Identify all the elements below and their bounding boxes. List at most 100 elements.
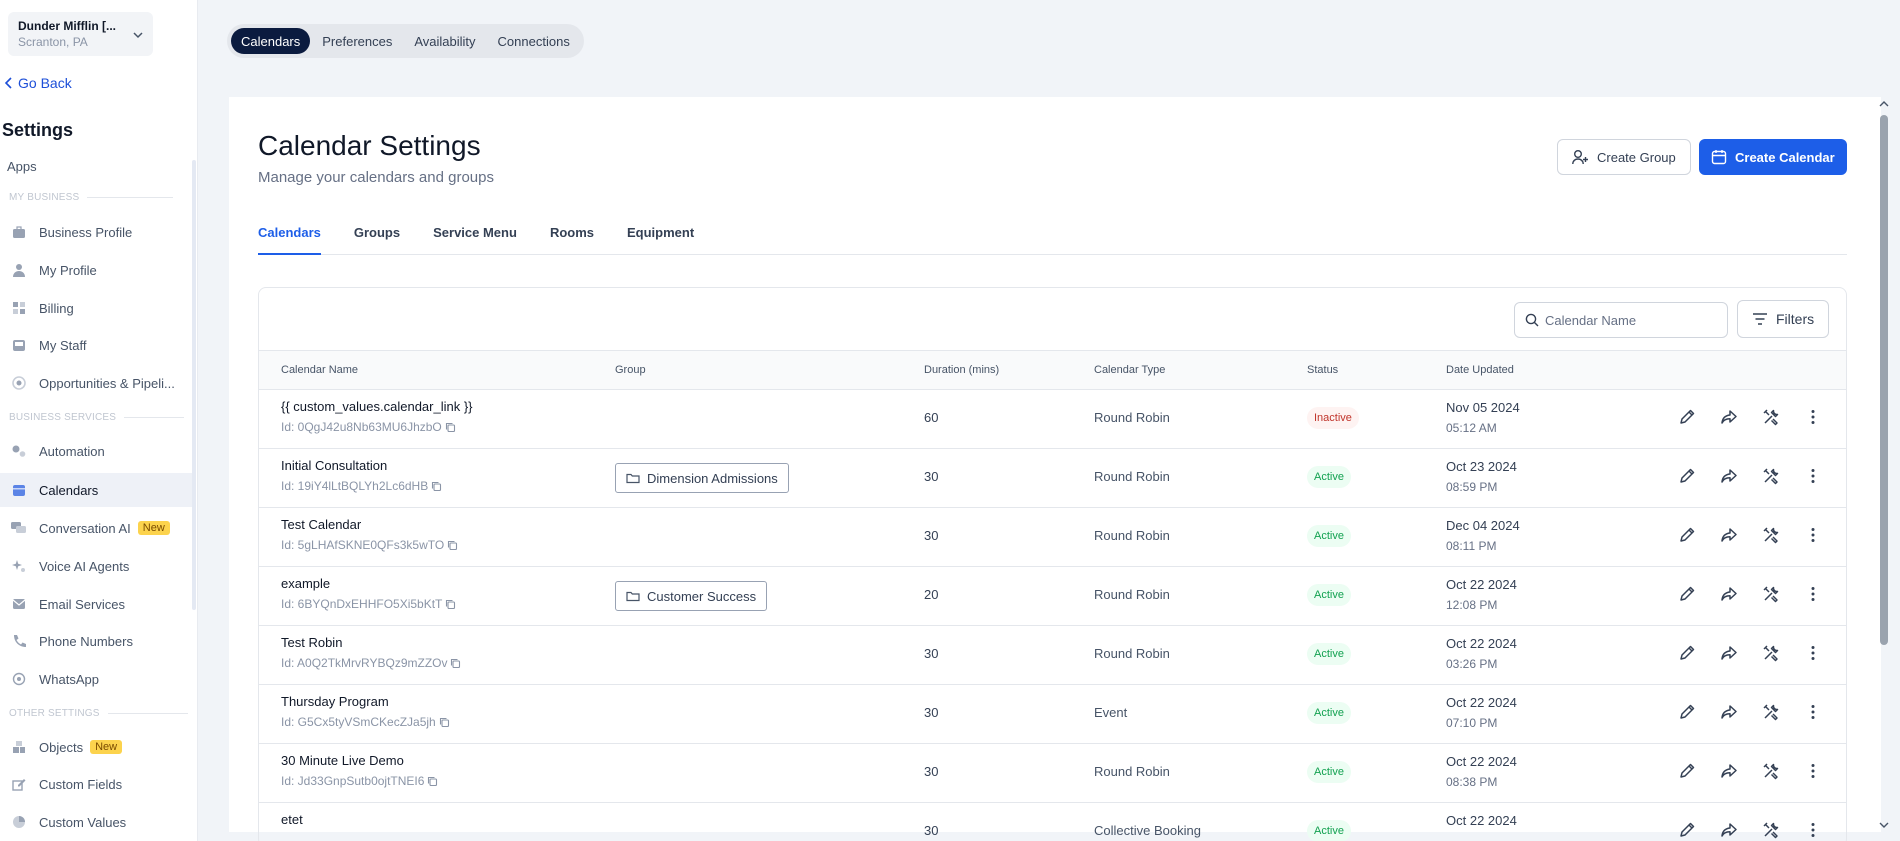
filters-button[interactable]: Filters [1737,300,1830,338]
page-scrollbar[interactable] [1877,97,1891,832]
create-group-button[interactable]: Create Group [1557,139,1691,175]
apps-link[interactable]: Apps [7,159,37,174]
sidebar-item-my-staff[interactable]: My Staff [0,328,192,362]
copy-icon[interactable] [447,540,458,551]
share-icon[interactable] [1719,407,1739,427]
more-vertical-icon[interactable] [1803,702,1823,722]
row-actions [1677,584,1823,604]
table-row[interactable]: Thursday Program Id: G5Cx5tyVSmCKecZJa5jh… [259,685,1846,744]
share-icon[interactable] [1719,584,1739,604]
tools-icon[interactable] [1761,525,1781,545]
more-vertical-icon[interactable] [1803,761,1823,781]
copy-icon[interactable] [431,481,442,492]
calendar-name[interactable]: 30 Minute Live Demo [281,753,404,768]
sidebar-item-conversation-ai[interactable]: Conversation AI New [0,511,192,545]
tab-calendars[interactable]: Calendars [231,28,311,54]
edit-icon[interactable] [1677,525,1697,545]
sidebar-item-opportunities[interactable]: Opportunities & Pipeli... [0,366,192,400]
group-chip[interactable]: Dimension Admissions [615,463,789,493]
scroll-down-icon [1879,822,1889,828]
more-vertical-icon[interactable] [1803,584,1823,604]
more-vertical-icon[interactable] [1803,820,1823,840]
edit-icon[interactable] [1677,407,1697,427]
calendar-name[interactable]: Test Calendar [281,517,361,532]
table-row[interactable]: {{ custom_values.calendar_link }} Id: 0Qg… [259,390,1846,449]
copy-icon[interactable] [427,776,438,787]
scrollbar-thumb[interactable] [1880,115,1888,645]
share-icon[interactable] [1719,702,1739,722]
sidebar-item-custom-fields[interactable]: Custom Fields [0,767,192,801]
group-chip[interactable]: Customer Success [615,581,768,611]
edit-icon[interactable] [1677,820,1697,840]
tools-icon[interactable] [1761,584,1781,604]
copy-icon[interactable] [439,717,450,728]
sidebar-item-my-profile[interactable]: My Profile [0,253,192,287]
sidebar-item-phone-numbers[interactable]: Phone Numbers [0,624,192,658]
sidebar-item-custom-values[interactable]: Custom Values [0,805,192,839]
tools-icon[interactable] [1761,820,1781,840]
tools-icon[interactable] [1761,407,1781,427]
subtab-groups[interactable]: Groups [354,225,400,255]
tools-icon[interactable] [1761,702,1781,722]
edit-icon[interactable] [1677,702,1697,722]
table-row[interactable]: etet 30 Collective Booking Active Oct 22 202… [259,803,1846,841]
share-icon[interactable] [1719,525,1739,545]
sidebar-item-email-services[interactable]: Email Services [0,587,192,621]
more-vertical-icon[interactable] [1803,525,1823,545]
sidebar-item-objects[interactable]: Objects New [0,730,192,764]
subtab-equipment[interactable]: Equipment [627,225,694,255]
sidebar-item-whatsapp[interactable]: WhatsApp [0,662,192,696]
edit-icon[interactable] [1677,761,1697,781]
copy-icon[interactable] [450,658,461,669]
sidebar-item-voice-ai-agents[interactable]: Voice AI Agents [0,549,192,583]
tools-icon[interactable] [1761,643,1781,663]
table-row[interactable]: example Id: 6BYQnDxEHHFO5Xi5bKtT Customer … [259,567,1846,626]
sidebar-item-business-profile[interactable]: Business Profile [0,215,192,249]
subtab-rooms[interactable]: Rooms [550,225,594,255]
sidebar-item-automation[interactable]: Automation [0,434,192,468]
sidebar-scrollbar[interactable] [192,160,196,610]
table-row[interactable]: Test Calendar Id: 5gLHAfSKNE0QFs3k5wTO 30 R… [259,508,1846,567]
tab-preferences[interactable]: Preferences [312,28,402,54]
subtab-service-menu[interactable]: Service Menu [433,225,517,255]
col-duration: Duration (mins) [924,364,1000,376]
calendar-name[interactable]: Thursday Program [281,694,389,709]
group-name: Customer Success [647,588,757,604]
table-row[interactable]: Initial Consultation Id: 19iY4lLtBQLYh2Lc… [259,449,1846,508]
search-input[interactable] [1545,312,1715,328]
calendar-name[interactable]: etet [281,812,303,827]
share-icon[interactable] [1719,643,1739,663]
tab-connections[interactable]: Connections [488,28,580,54]
create-calendar-button[interactable]: Create Calendar [1699,139,1847,175]
tools-icon[interactable] [1761,466,1781,486]
calendar-name[interactable]: example [281,576,330,591]
sidebar-item-billing[interactable]: Billing [0,291,192,325]
tools-icon[interactable] [1761,761,1781,781]
more-vertical-icon[interactable] [1803,466,1823,486]
copy-icon[interactable] [445,422,456,433]
calendar-type: Round Robin [1094,528,1170,543]
copy-icon[interactable] [445,599,456,610]
location-switcher[interactable]: Dunder Mifflin [... Scranton, PA [8,12,153,56]
subtab-calendars[interactable]: Calendars [258,225,321,255]
calendar-id: Id: 19iY4lLtBQLYh2Lc6dHB [281,479,442,493]
tab-availability[interactable]: Availability [404,28,485,54]
time-updated: 12:08 PM [1446,598,1498,612]
share-icon[interactable] [1719,761,1739,781]
table-row[interactable]: Test Robin Id: A0Q2TkMrvRYBQz9mZZOv 30 Roun… [259,626,1846,685]
calendar-name[interactable]: Initial Consultation [281,458,387,473]
edit-icon[interactable] [1677,584,1697,604]
share-icon[interactable] [1719,820,1739,840]
calendar-name[interactable]: Test Robin [281,635,342,650]
more-vertical-icon[interactable] [1803,407,1823,427]
duration: 30 [924,528,939,543]
sidebar-item-calendars[interactable]: Calendars [0,473,192,507]
edit-icon[interactable] [1677,466,1697,486]
duration: 30 [924,646,939,661]
share-icon[interactable] [1719,466,1739,486]
table-row[interactable]: 30 Minute Live Demo Id: Jd33GnpSutb0ojtTN… [259,744,1846,803]
go-back-link[interactable]: Go Back [4,75,72,91]
edit-icon[interactable] [1677,643,1697,663]
more-vertical-icon[interactable] [1803,643,1823,663]
calendar-name[interactable]: {{ custom_values.calendar_link }} [281,399,473,414]
